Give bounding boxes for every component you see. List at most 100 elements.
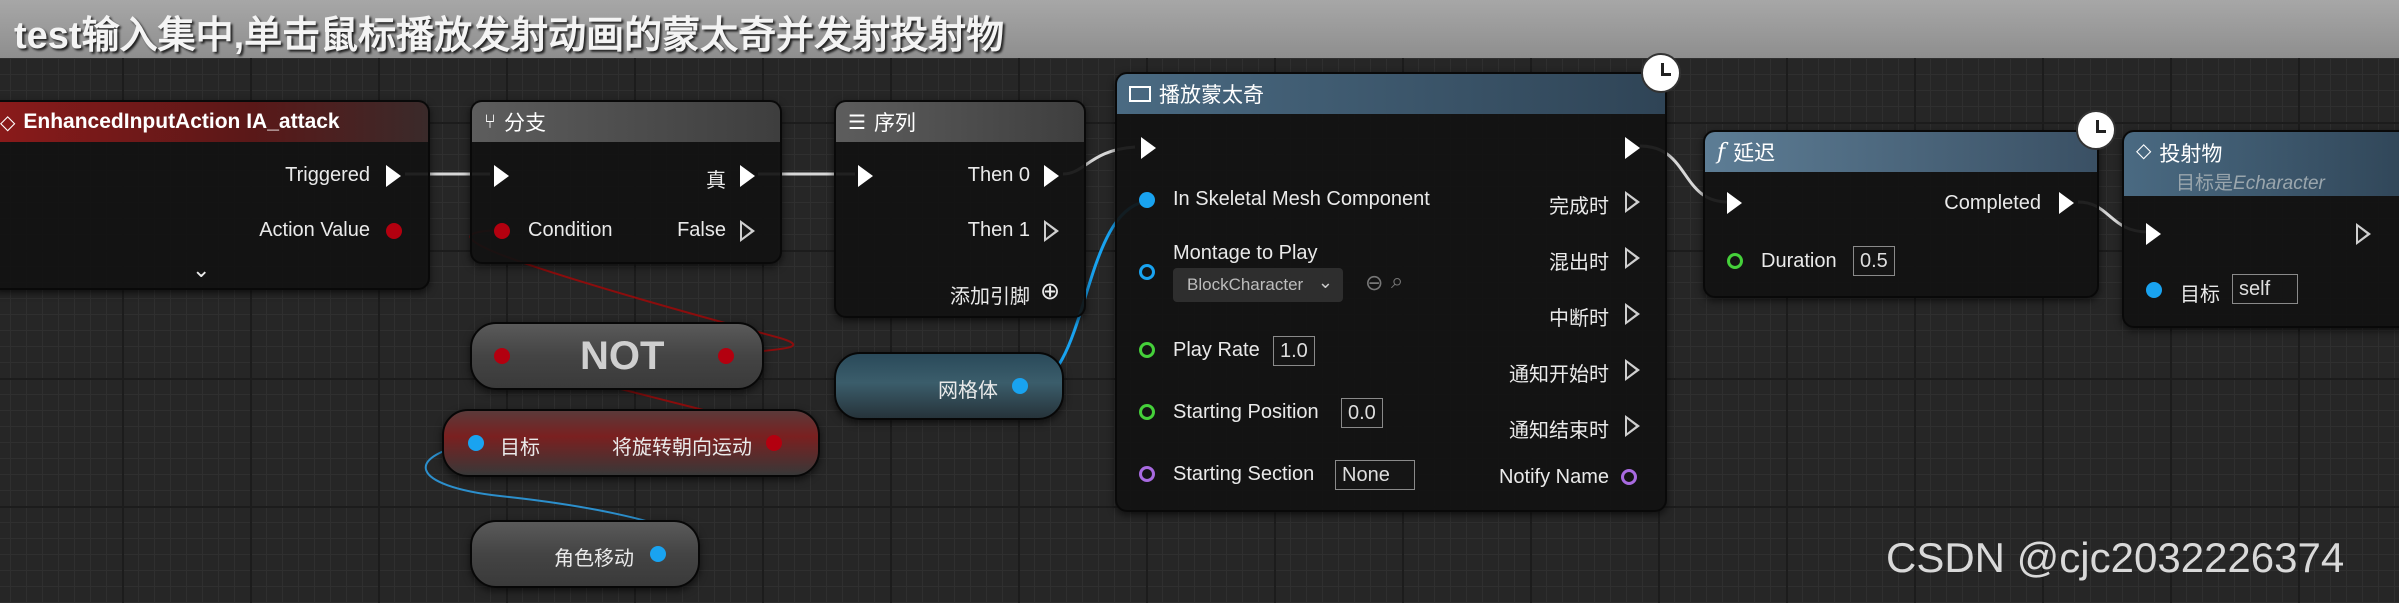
duration-input[interactable]: 0.5: [1853, 246, 1895, 276]
sequence-node[interactable]: ☰ 序列 Then 0 Then 1 添加引脚 ⊕: [834, 100, 1086, 318]
montage-to-play-pin[interactable]: [1139, 264, 1155, 280]
duration-pin[interactable]: [1727, 253, 1743, 269]
notify-end-pin[interactable]: [1625, 415, 1640, 437]
on-blend-out-pin[interactable]: [1625, 247, 1640, 269]
character-movement-node[interactable]: 角色移动: [470, 520, 700, 588]
notify-end-label: 通知结束时: [1509, 420, 1609, 442]
false-exec-pin[interactable]: [740, 220, 755, 242]
notify-begin-pin[interactable]: [1625, 359, 1640, 381]
blueprint-graph-canvas[interactable]: test输入集中,单击鼠标播放发射动画的蒙太奇并发射投射物 ◇ Enhanced…: [0, 0, 2399, 603]
projectile-exec-out-pin[interactable]: [2356, 223, 2371, 245]
starting-position-label: Starting Position: [1173, 401, 1319, 423]
condition-label: Condition: [528, 219, 613, 241]
sequence-icon: ☰: [848, 111, 866, 134]
branch-icon: ⑂: [484, 110, 496, 133]
function-icon: f: [1717, 139, 1726, 165]
play-rate-input[interactable]: 1.0: [1273, 336, 1315, 366]
on-interrupted-pin[interactable]: [1625, 303, 1640, 325]
orient-target-pin[interactable]: [468, 435, 484, 451]
add-pin-plus-icon[interactable]: ⊕: [1040, 277, 1060, 306]
projectile-subtitle-class: Echaracter: [2233, 173, 2325, 194]
add-pin-label[interactable]: 添加引脚: [950, 280, 1030, 309]
play-montage-node[interactable]: 播放蒙太奇 In Skeletal Mesh Component 完成时 Mon…: [1115, 72, 1667, 512]
mesh-output-pin[interactable]: [1012, 378, 1028, 394]
on-completed-pin[interactable]: [1625, 191, 1640, 213]
play-montage-header[interactable]: 播放蒙太奇: [1117, 74, 1665, 114]
montage-select-value: BlockCharacter: [1187, 275, 1304, 294]
use-selected-asset-icon[interactable]: ⊖: [1365, 270, 1383, 296]
montage-to-play-label: Montage to Play: [1173, 242, 1318, 264]
input-action-title: EnhancedInputAction IA_attack: [23, 110, 340, 133]
then0-exec-pin[interactable]: [1044, 165, 1059, 187]
chevron-down-icon[interactable]: ⌄: [192, 257, 210, 283]
not-node[interactable]: NOT: [470, 322, 764, 390]
sequence-node-header[interactable]: ☰ 序列: [836, 102, 1084, 142]
input-action-node-header[interactable]: ◇ EnhancedInputAction IA_attack: [0, 102, 428, 142]
play-rate-pin[interactable]: [1139, 342, 1155, 358]
delay-completed-pin[interactable]: [2059, 192, 2074, 214]
montage-icon: [1129, 86, 1151, 102]
montage-exec-out-pin[interactable]: [1625, 137, 1640, 159]
not-output-pin[interactable]: [718, 348, 734, 364]
delay-node-header[interactable]: f 延迟: [1705, 132, 2097, 172]
duration-label: Duration: [1761, 250, 1837, 272]
starting-section-label: Starting Section: [1173, 463, 1315, 485]
branch-node[interactable]: ⑂ 分支 真 Condition False: [470, 100, 782, 264]
not-title: NOT: [580, 334, 665, 378]
input-action-node[interactable]: ◇ EnhancedInputAction IA_attack Triggere…: [0, 100, 430, 290]
not-input-pin[interactable]: [494, 348, 510, 364]
starting-position-input[interactable]: 0.0: [1341, 398, 1383, 428]
chevron-down-icon: ⌄: [1317, 272, 1333, 292]
action-value-pin[interactable]: [386, 223, 402, 239]
sequence-title: 序列: [873, 112, 916, 135]
projectile-subtitle: 目标是Echaracter: [2176, 168, 2325, 195]
orient-rotation-node[interactable]: 目标 将旋转朝向运动: [442, 409, 820, 477]
browse-search-icon[interactable]: ⌕: [1391, 268, 1403, 294]
notify-name-label: Notify Name: [1498, 466, 1609, 488]
projectile-target-input[interactable]: self: [2232, 274, 2298, 304]
branch-exec-in-pin[interactable]: [494, 165, 509, 187]
starting-section-input[interactable]: None: [1335, 460, 1415, 490]
orient-output-label: 将旋转朝向运动: [612, 437, 752, 459]
triggered-exec-pin[interactable]: [386, 165, 401, 187]
on-interrupted-label: 中断时: [1549, 308, 1609, 330]
mesh-label: 网格体: [938, 380, 998, 402]
projectile-target-pin[interactable]: [2146, 282, 2162, 298]
on-blend-out-label: 混出时: [1549, 252, 1609, 274]
orient-output-pin[interactable]: [766, 435, 782, 451]
notify-name-pin[interactable]: [1621, 469, 1637, 485]
true-label: 真: [706, 170, 726, 192]
then1-label: Then 1: [967, 219, 1030, 241]
character-movement-pin[interactable]: [650, 546, 666, 562]
delay-exec-in-pin[interactable]: [1727, 192, 1742, 214]
montage-select[interactable]: BlockCharacter ⌄: [1173, 268, 1343, 302]
triggered-label: Triggered: [285, 164, 370, 186]
notify-begin-label: 通知开始时: [1509, 364, 1609, 386]
delay-node[interactable]: f 延迟 Completed Duration 0.5: [1703, 130, 2099, 298]
orient-target-label: 目标: [500, 437, 540, 459]
branch-node-header[interactable]: ⑂ 分支: [472, 102, 780, 142]
diamond-icon: ◇: [2136, 140, 2152, 162]
character-movement-label: 角色移动: [554, 548, 634, 570]
branch-title: 分支: [504, 112, 546, 135]
sequence-exec-in-pin[interactable]: [858, 165, 873, 187]
starting-section-pin[interactable]: [1139, 466, 1155, 482]
skeletal-mesh-pin[interactable]: [1139, 192, 1155, 208]
condition-pin[interactable]: [494, 223, 510, 239]
montage-exec-in-pin[interactable]: [1141, 137, 1156, 159]
projectile-subtitle-prefix: 目标是: [2176, 173, 2234, 194]
on-completed-label: 完成时: [1549, 196, 1609, 218]
projectile-node[interactable]: ◇ 投射物 目标是Echaracter 目标 self: [2122, 130, 2399, 328]
action-value-label: Action Value: [259, 219, 370, 241]
delay-completed-label: Completed: [1944, 192, 2041, 214]
latent-clock-icon: [1641, 53, 1681, 93]
starting-position-pin[interactable]: [1139, 404, 1155, 420]
play-montage-title: 播放蒙太奇: [1159, 84, 1264, 107]
skeletal-mesh-label: In Skeletal Mesh Component: [1173, 188, 1430, 210]
projectile-exec-in-pin[interactable]: [2146, 223, 2161, 245]
mesh-node[interactable]: 网格体: [834, 352, 1064, 420]
latent-clock-icon: [2076, 110, 2116, 150]
csdn-watermark: CSDN @cjc2032226374: [1886, 534, 2345, 581]
then1-exec-pin[interactable]: [1044, 220, 1059, 242]
true-exec-pin[interactable]: [740, 165, 755, 187]
